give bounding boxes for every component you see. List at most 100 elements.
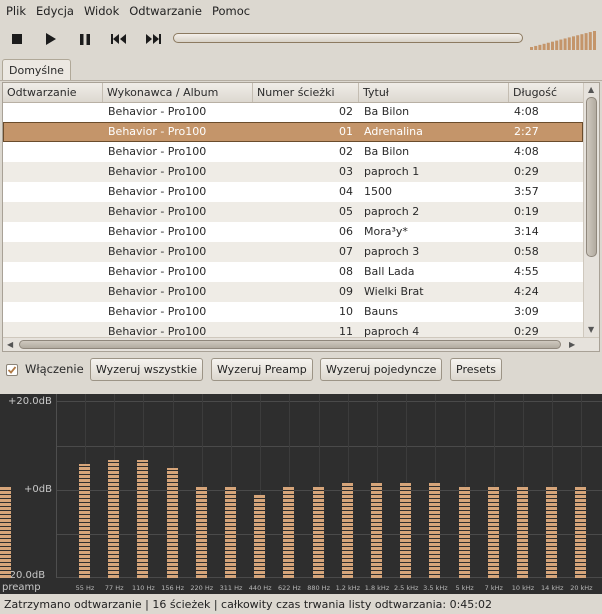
cell-track-number: 05 [339,205,353,218]
tab-domyslne[interactable]: Domyślne [2,59,71,80]
table-row[interactable]: Behavior - Pro100 05 paproch 2 0:19 [3,202,583,222]
band-slider[interactable] [79,464,90,578]
cell-track-number: 03 [339,165,353,178]
cell-artist: Behavior - Pro100 [108,165,207,178]
play-button[interactable] [38,28,64,50]
reset-preamp-button[interactable]: Wyzeruj Preamp [211,358,313,381]
band-slider[interactable] [312,486,324,578]
band-slider[interactable] [137,460,149,578]
cell-artist: Behavior - Pro100 [108,145,207,158]
table-row[interactable]: Behavior - Pro100 07 paproch 3 0:58 [3,242,583,262]
previous-button[interactable] [106,28,132,50]
band-slider[interactable] [575,486,587,578]
band-slider[interactable] [225,486,236,578]
scroll-left-icon[interactable]: ◀ [7,340,13,350]
grid-line-max [57,401,602,402]
band-slider[interactable] [546,486,558,578]
cell-artist: Behavior - Pro100 [108,265,207,278]
band-slider[interactable] [400,482,412,578]
menu-odtwarzanie[interactable]: Odtwarzanie [124,4,207,18]
pause-button[interactable] [72,28,98,50]
band-slider[interactable] [254,495,266,578]
cell-length: 0:29 [514,325,539,338]
reset-all-button[interactable]: Wyzeruj wszystkie [90,358,204,381]
table-row[interactable]: Behavior - Pro100 03 paproch 1 0:29 [3,162,583,182]
band-slider[interactable] [166,468,178,578]
table-row[interactable]: Behavior - Pro100 01 Adrenalina 2:27 [3,122,583,142]
table-row[interactable]: Behavior - Pro100 06 Mora³y* 3:14 [3,222,583,242]
band-slider[interactable] [517,486,528,578]
cell-length: 4:24 [514,285,539,298]
table-row[interactable]: Behavior - Pro100 04 1500 3:57 [3,182,583,202]
column-header-odtwarzanie[interactable]: Odtwarzanie [3,83,103,102]
table-row[interactable]: Behavior - Pro100 10 Bauns 3:09 [3,302,583,322]
cell-title: paproch 2 [364,205,420,218]
previous-icon [111,34,126,44]
cell-artist: Behavior - Pro100 [108,225,207,238]
playlist-vertical-scrollbar[interactable]: ▲ ▼ [583,83,599,337]
menu-widok[interactable]: Widok [79,4,124,18]
table-row[interactable]: Behavior - Pro100 02 Ba Bilon 4:08 [3,142,583,162]
scale-label-max: +20.0dB [8,396,52,407]
cell-length: 3:57 [514,185,539,198]
column-header-track-number[interactable]: Numer ścieżki [253,83,359,102]
cell-title: Wielki Brat [364,285,424,298]
equalizer-enable-label: Włączenie [25,362,84,376]
presets-button[interactable]: Presets [450,358,503,381]
play-icon [46,33,56,45]
cell-artist: Behavior - Pro100 [108,205,207,218]
next-icon [146,34,161,44]
vertical-scroll-thumb[interactable] [586,97,597,257]
scroll-right-icon[interactable]: ▶ [569,340,575,350]
reset-single-button[interactable]: Wyzeruj pojedyncze [320,358,443,381]
menu-edycja[interactable]: Edycja [31,4,79,18]
volume-slider[interactable] [530,30,598,50]
playlist-view: Odtwarzanie Wykonawca / Album Numer ście… [2,82,600,352]
seek-bar[interactable] [173,33,523,43]
band-slider[interactable] [429,482,441,578]
preamp-slider[interactable] [0,486,11,578]
cell-length: 2:27 [514,125,539,138]
column-header-artist[interactable]: Wykonawca / Album [103,83,253,102]
cell-artist: Behavior - Pro100 [108,185,207,198]
band-slider[interactable] [108,460,120,578]
band-slider[interactable] [195,486,207,578]
band-slider[interactable] [341,482,353,578]
cell-length: 0:58 [514,245,539,258]
cell-length: 4:55 [514,265,539,278]
table-row[interactable]: Behavior - Pro100 09 Wielki Brat 4:24 [3,282,583,302]
band-slider[interactable] [371,482,382,578]
band-slider[interactable] [487,486,499,578]
band-slider[interactable] [283,486,295,578]
horizontal-scroll-thumb[interactable] [19,340,561,349]
playlist-horizontal-scrollbar[interactable]: ◀ ▶ [3,337,599,351]
cell-length: 3:09 [514,305,539,318]
stop-button[interactable] [4,28,30,50]
equalizer-enable-checkbox[interactable] [6,364,18,376]
cell-track-number: 09 [339,285,353,298]
table-row[interactable]: Behavior - Pro100 02 Ba Bilon 4:08 [3,102,583,122]
column-header-title[interactable]: Tytuł [359,83,509,102]
scroll-up-icon[interactable]: ▲ [588,85,594,95]
table-row[interactable]: Behavior - Pro100 11 paproch 4 0:29 [3,322,583,338]
column-header-length[interactable]: Długość [509,83,583,102]
scale-label-zero: +0dB [24,484,52,495]
playlist-rows: Behavior - Pro100 02 Ba Bilon 4:08 Behavior … [3,102,583,338]
volume-bar [542,43,546,50]
equalizer-controls: Włączenie Wyzeruj wszystkie Wyzeruj Prea… [0,356,602,384]
cell-length: 4:08 [514,105,539,118]
playlist-tabs: Domyślne [0,58,602,81]
table-row[interactable]: Behavior - Pro100 08 Ball Lada 4:55 [3,262,583,282]
status-bar: Zatrzymano odtwarzanie | 16 ścieżek | ca… [0,596,602,614]
cell-track-number: 10 [339,305,353,318]
next-button[interactable] [140,28,166,50]
volume-bar [588,32,592,50]
menu-pomoc[interactable]: Pomoc [207,4,255,18]
cell-artist: Behavior - Pro100 [108,285,207,298]
volume-bar [563,38,567,50]
scroll-down-icon[interactable]: ▼ [588,325,594,335]
cell-track-number: 04 [339,185,353,198]
volume-bar [576,35,580,50]
menu-plik[interactable]: Plik [0,4,31,18]
band-slider[interactable] [458,486,470,578]
